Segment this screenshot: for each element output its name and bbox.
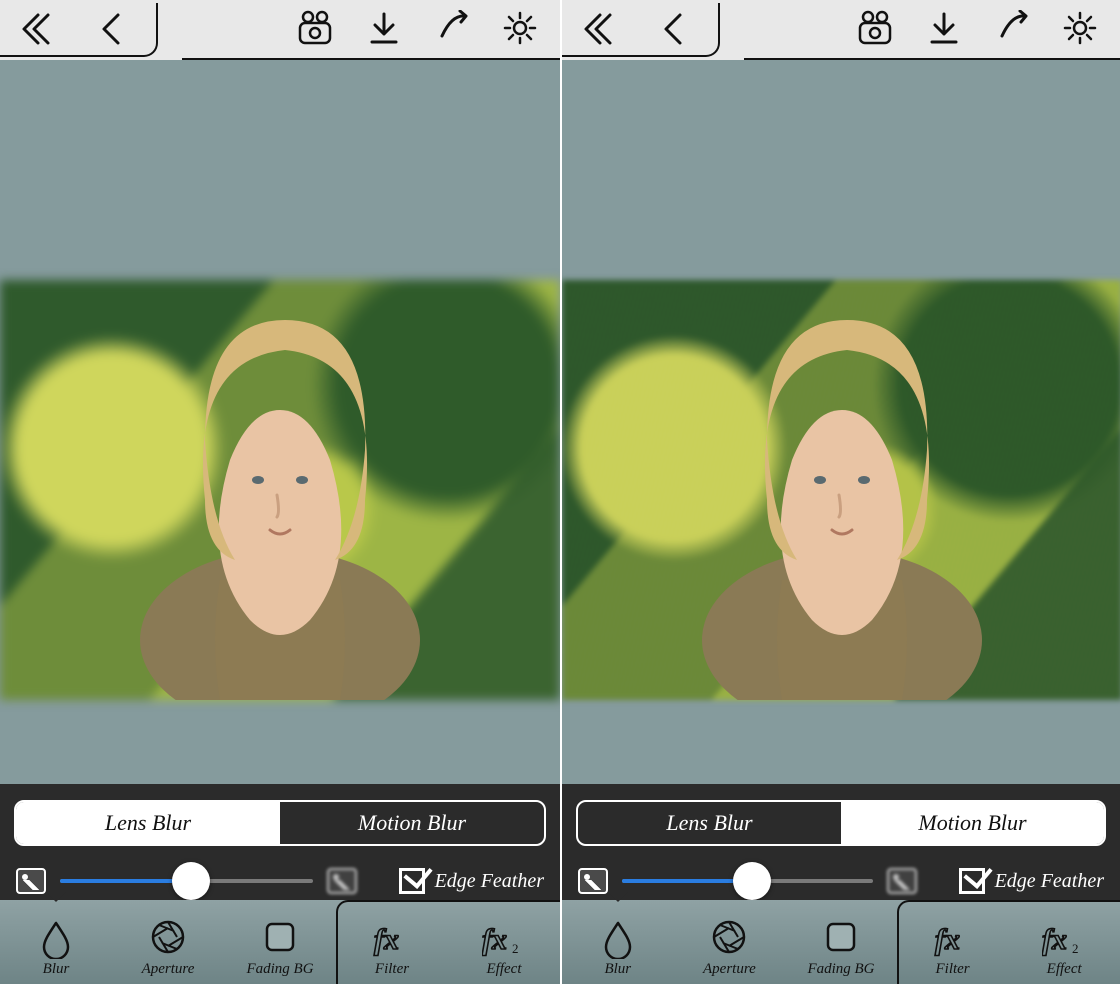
checkbox-icon	[959, 868, 985, 894]
pane-left: Lens Blur Motion Blur Edge Feather Blur …	[0, 0, 560, 984]
blur-slider[interactable]	[60, 879, 313, 883]
tab-fading-bg[interactable]: Fading BG	[785, 900, 897, 984]
back-all-icon[interactable]	[18, 11, 54, 47]
preview-blur-icon	[327, 868, 357, 894]
nav-group	[0, 3, 158, 57]
image-canvas[interactable]	[0, 60, 560, 784]
action-group	[856, 0, 1120, 60]
blur-slider-row: Edge Feather	[576, 868, 1106, 894]
share-icon[interactable]	[994, 10, 1030, 51]
tab-blur[interactable]: Blur	[562, 900, 674, 984]
share-icon[interactable]	[434, 10, 470, 51]
top-toolbar	[0, 0, 560, 60]
camera-icon[interactable]	[296, 9, 334, 52]
blur-slider-row: Edge Feather	[14, 868, 546, 894]
edge-feather-label: Edge Feather	[995, 870, 1104, 893]
tab-label: Effect	[1047, 961, 1082, 978]
gear-icon[interactable]	[502, 10, 538, 51]
segment-motion-blur[interactable]: Motion Blur	[280, 802, 544, 844]
tab-effect[interactable]: Effect	[1008, 900, 1120, 984]
tab-label: Filter	[375, 961, 409, 978]
segment-lens-blur[interactable]: Lens Blur	[578, 802, 841, 844]
tab-fading-bg[interactable]: Fading BG	[224, 900, 336, 984]
tab-label: Aperture	[142, 961, 195, 978]
tab-label: Blur	[43, 961, 70, 978]
download-icon[interactable]	[926, 10, 962, 51]
tab-effect[interactable]: Effect	[448, 900, 560, 984]
tab-label: Blur	[604, 961, 631, 978]
bottom-tabbar: Blur Aperture Fading BG Filter Effect	[0, 900, 560, 984]
tab-label: Fading BG	[246, 961, 313, 978]
nav-group	[562, 3, 720, 57]
tab-filter[interactable]: Filter	[336, 900, 448, 984]
tab-label: Effect	[487, 961, 522, 978]
blur-type-segmented: Lens Blur Motion Blur	[14, 800, 546, 846]
segment-lens-blur[interactable]: Lens Blur	[16, 802, 280, 844]
blur-type-segmented: Lens Blur Motion Blur	[576, 800, 1106, 846]
tab-label: Aperture	[703, 961, 756, 978]
bottom-tabbar: Blur Aperture Fading BG Filter Effect	[562, 900, 1120, 984]
pane-right: Lens Blur Motion Blur Edge Feather Blur …	[560, 0, 1120, 984]
top-toolbar	[562, 0, 1120, 60]
tab-label: Fading BG	[807, 961, 874, 978]
edge-feather-label: Edge Feather	[435, 870, 544, 893]
tab-blur[interactable]: Blur	[0, 900, 112, 984]
tab-aperture[interactable]: Aperture	[674, 900, 786, 984]
back-icon[interactable]	[94, 11, 130, 47]
tab-aperture[interactable]: Aperture	[112, 900, 224, 984]
controls-panel: Lens Blur Motion Blur Edge Feather	[0, 784, 560, 900]
action-group	[296, 0, 560, 60]
back-icon[interactable]	[656, 11, 692, 47]
blur-slider[interactable]	[622, 879, 873, 883]
preview-sharp-icon	[16, 868, 46, 894]
gear-icon[interactable]	[1062, 10, 1098, 51]
controls-panel: Lens Blur Motion Blur Edge Feather	[562, 784, 1120, 900]
checkbox-icon	[399, 868, 425, 894]
edge-feather-checkbox[interactable]: Edge Feather	[399, 868, 544, 894]
edge-feather-checkbox[interactable]: Edge Feather	[959, 868, 1104, 894]
segment-motion-blur[interactable]: Motion Blur	[841, 802, 1104, 844]
preview-blur-icon	[887, 868, 917, 894]
tab-label: Filter	[935, 961, 969, 978]
preview-sharp-icon	[578, 868, 608, 894]
slider-knob[interactable]	[733, 862, 771, 900]
download-icon[interactable]	[366, 10, 402, 51]
image-canvas[interactable]	[562, 60, 1120, 784]
camera-icon[interactable]	[856, 9, 894, 52]
tab-filter[interactable]: Filter	[897, 900, 1009, 984]
slider-knob[interactable]	[172, 862, 210, 900]
back-all-icon[interactable]	[580, 11, 616, 47]
